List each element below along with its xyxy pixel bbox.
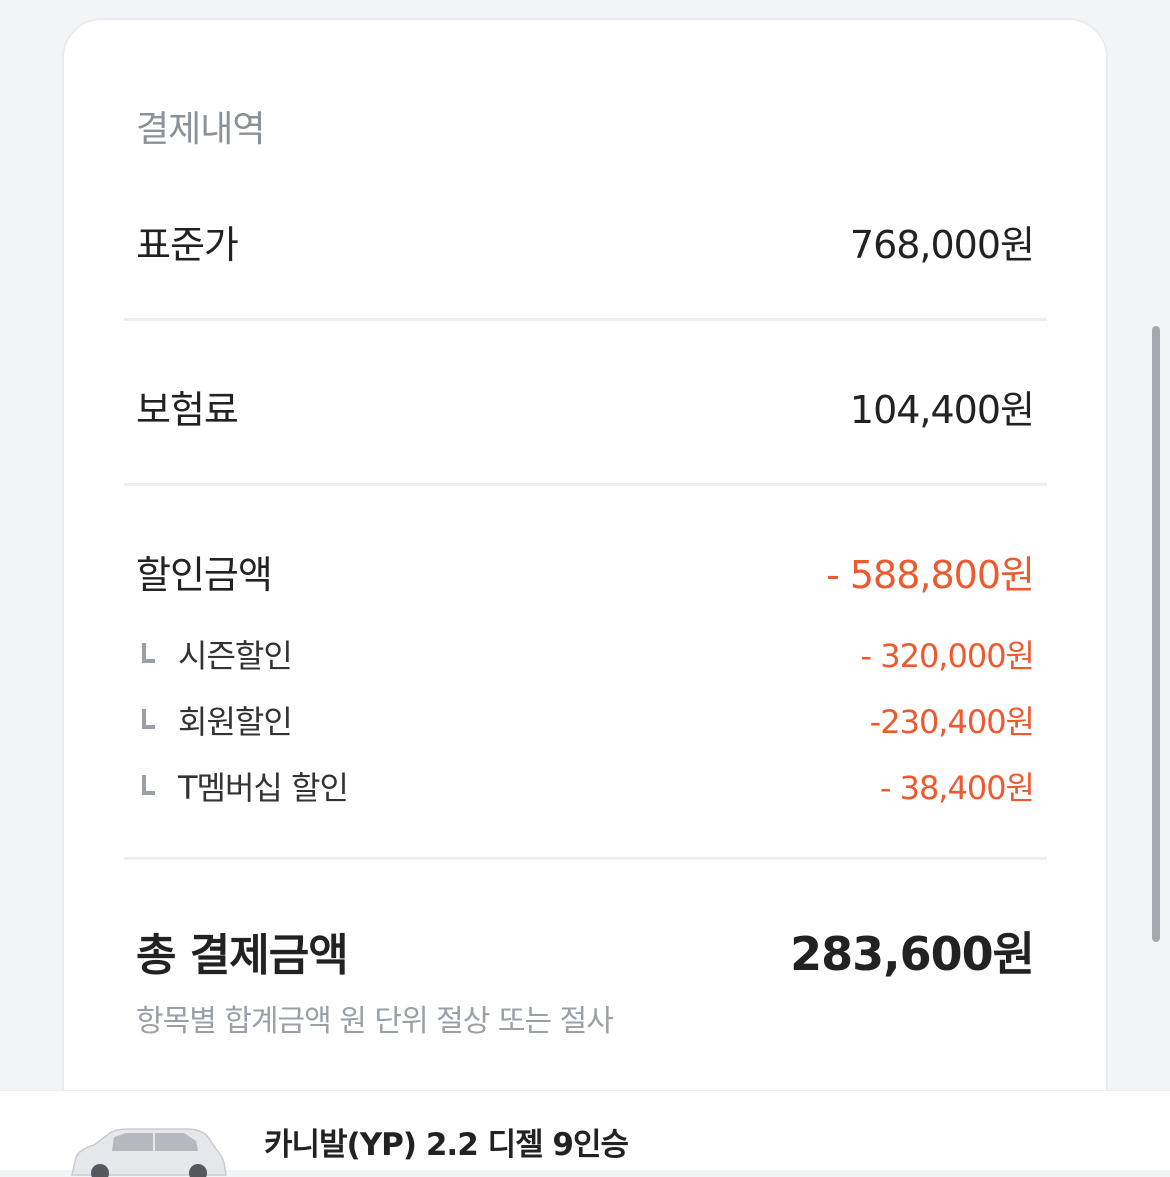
insurance-value: 104,400원 <box>849 388 1035 432</box>
discount-item-label: 회원할인 <box>178 703 293 741</box>
divider <box>124 857 1047 860</box>
divider <box>124 318 1047 321</box>
insurance-row: 보험료 104,400원 <box>136 379 1035 434</box>
discount-item-season: 시즌할인 - 320,000원 <box>136 631 1035 677</box>
divider <box>124 483 1047 486</box>
discount-item-tmembership: T멤버십 할인 - 38,400원 <box>136 763 1035 809</box>
discount-item-label: 시즌할인 <box>178 637 293 675</box>
discount-value: - 588,800원 <box>826 553 1035 597</box>
sub-item-corner-icon <box>136 769 176 803</box>
section-title: 결제내역 <box>136 109 265 150</box>
rounding-note: 항목별 합계금액 원 단위 절상 또는 절사 <box>136 1004 614 1039</box>
discount-row: 할인금액 - 588,800원 <box>136 544 1035 599</box>
discount-item-label: T멤버십 할인 <box>178 769 349 807</box>
total-label: 총 결제금액 <box>136 930 349 981</box>
total-value: 283,600원 <box>790 927 1035 981</box>
sub-item-corner-icon <box>136 703 176 737</box>
standard-price-row: 표준가 768,000원 <box>136 214 1035 269</box>
sub-item-corner-icon <box>136 637 176 671</box>
scrollbar[interactable] <box>1152 326 1160 942</box>
discount-item-member: 회원할인 -230,400원 <box>136 697 1035 743</box>
discount-item-value: -230,400원 <box>869 703 1035 741</box>
standard-price-label: 표준가 <box>136 223 239 267</box>
car-summary-bar[interactable]: 카니발(YP) 2.2 디젤 9인승 <box>0 1090 1170 1177</box>
car-name: 카니발(YP) 2.2 디젤 9인승 <box>264 1127 629 1163</box>
total-row: 총 결제금액 283,600원 <box>136 918 1035 984</box>
discount-label: 할인금액 <box>136 553 273 597</box>
discount-item-value: - 320,000원 <box>860 637 1035 675</box>
discount-item-value: - 38,400원 <box>879 769 1035 807</box>
standard-price-value: 768,000원 <box>849 223 1035 267</box>
insurance-label: 보험료 <box>136 388 239 432</box>
